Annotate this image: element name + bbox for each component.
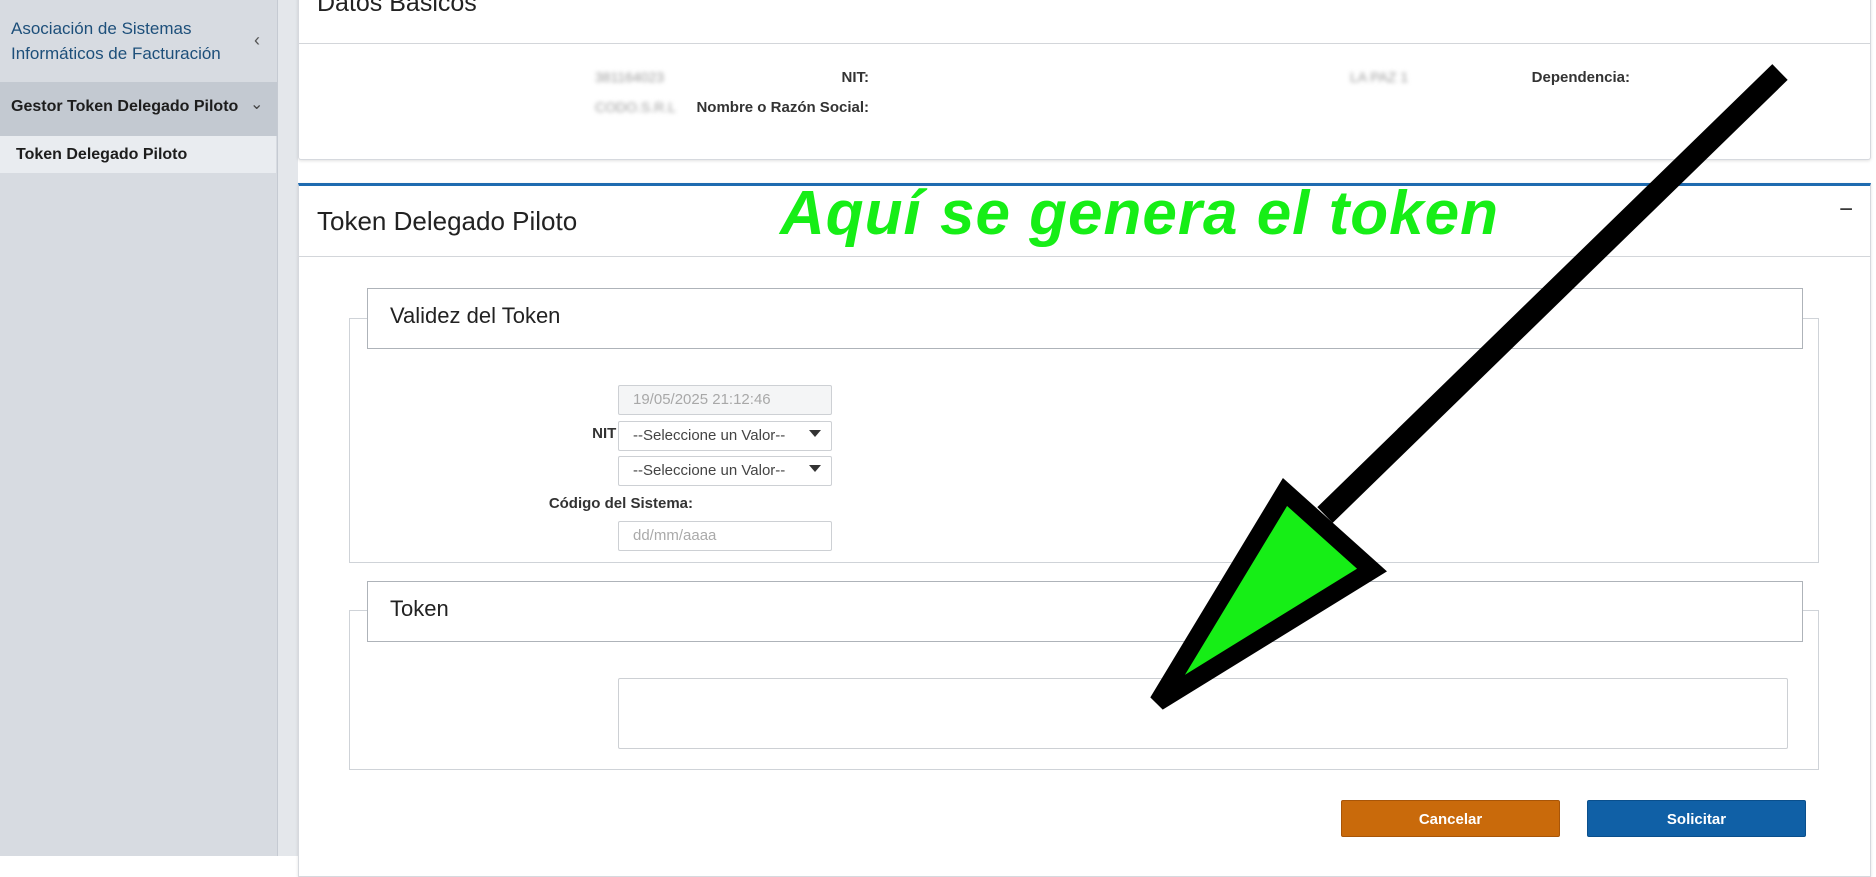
divider — [299, 256, 1870, 257]
hasta-date-input[interactable]: dd/mm/aaaa — [618, 521, 832, 551]
sidebar-item-label: Token Delegado Piloto — [16, 146, 188, 163]
sidebar-group-label: Gestor Token Delegado Piloto — [11, 98, 239, 115]
sistema-selected: --Seleccione un Valor-- — [633, 462, 786, 479]
razon-social-label: Nombre o Razón Social: — [696, 99, 869, 116]
token-section-title: Token — [390, 596, 449, 621]
sistema-select[interactable]: --Seleccione un Valor-- — [618, 456, 832, 486]
datos-basicos-title: Datos Básicos — [317, 0, 477, 17]
sidebar-item-token-delegado-piloto[interactable]: Token Delegado Piloto — [0, 136, 276, 173]
chevron-left-icon[interactable]: ‹ — [254, 30, 260, 51]
content-gutter — [278, 0, 298, 856]
codigo-sistema-label: Código del Sistema: — [548, 495, 693, 512]
validez-fieldset-header: Validez del Token — [367, 288, 1803, 349]
divider — [299, 43, 1870, 44]
datos-basicos-panel: Datos Básicos NIT: 381164023 Nombre o Ra… — [298, 0, 1871, 160]
sidebar-group-gestor-token[interactable]: Gestor Token Delegado Piloto ⌄ — [0, 82, 277, 136]
sidebar-org-name: Asociación de Sistemas Informáticos de F… — [11, 19, 221, 63]
dropdown-caret-icon — [809, 430, 821, 437]
validez-title: Validez del Token — [390, 303, 561, 328]
dependencia-value: LA PAZ 1 — [1350, 69, 1409, 85]
hasta-placeholder: dd/mm/aaaa — [633, 527, 717, 544]
nit-value: 381164023 — [595, 69, 665, 85]
sidebar: Asociación de Sistemas Informáticos de F… — [0, 0, 278, 856]
nit-delegado-selected: --Seleccione un Valor-- — [633, 427, 786, 444]
nit-delegado-select[interactable]: --Seleccione un Valor-- — [618, 421, 832, 451]
desde-value: 19/05/2025 21:12:46 — [633, 391, 771, 408]
razon-social-value: CODO.S.R.L — [595, 99, 676, 115]
desde-field: 19/05/2025 21:12:46 — [618, 385, 832, 415]
annotation-text: Aquí se genera el token — [780, 179, 1499, 248]
solicitar-button[interactable]: Solicitar — [1587, 800, 1806, 837]
token-delegado-panel: Token Delegado Piloto − Validez del Toke… — [298, 183, 1871, 877]
dropdown-caret-icon — [809, 465, 821, 472]
token-panel-title: Token Delegado Piloto — [317, 206, 578, 236]
nit-label: NIT: — [841, 69, 870, 86]
collapse-icon[interactable]: − — [1839, 196, 1853, 224]
chevron-down-icon[interactable]: ⌄ — [250, 94, 263, 114]
cancel-button[interactable]: Cancelar — [1341, 800, 1560, 837]
sidebar-org-header[interactable]: Asociación de Sistemas Informáticos de F… — [0, 0, 277, 82]
token-textarea[interactable] — [618, 678, 1788, 749]
token-fieldset-header: Token — [367, 581, 1803, 642]
